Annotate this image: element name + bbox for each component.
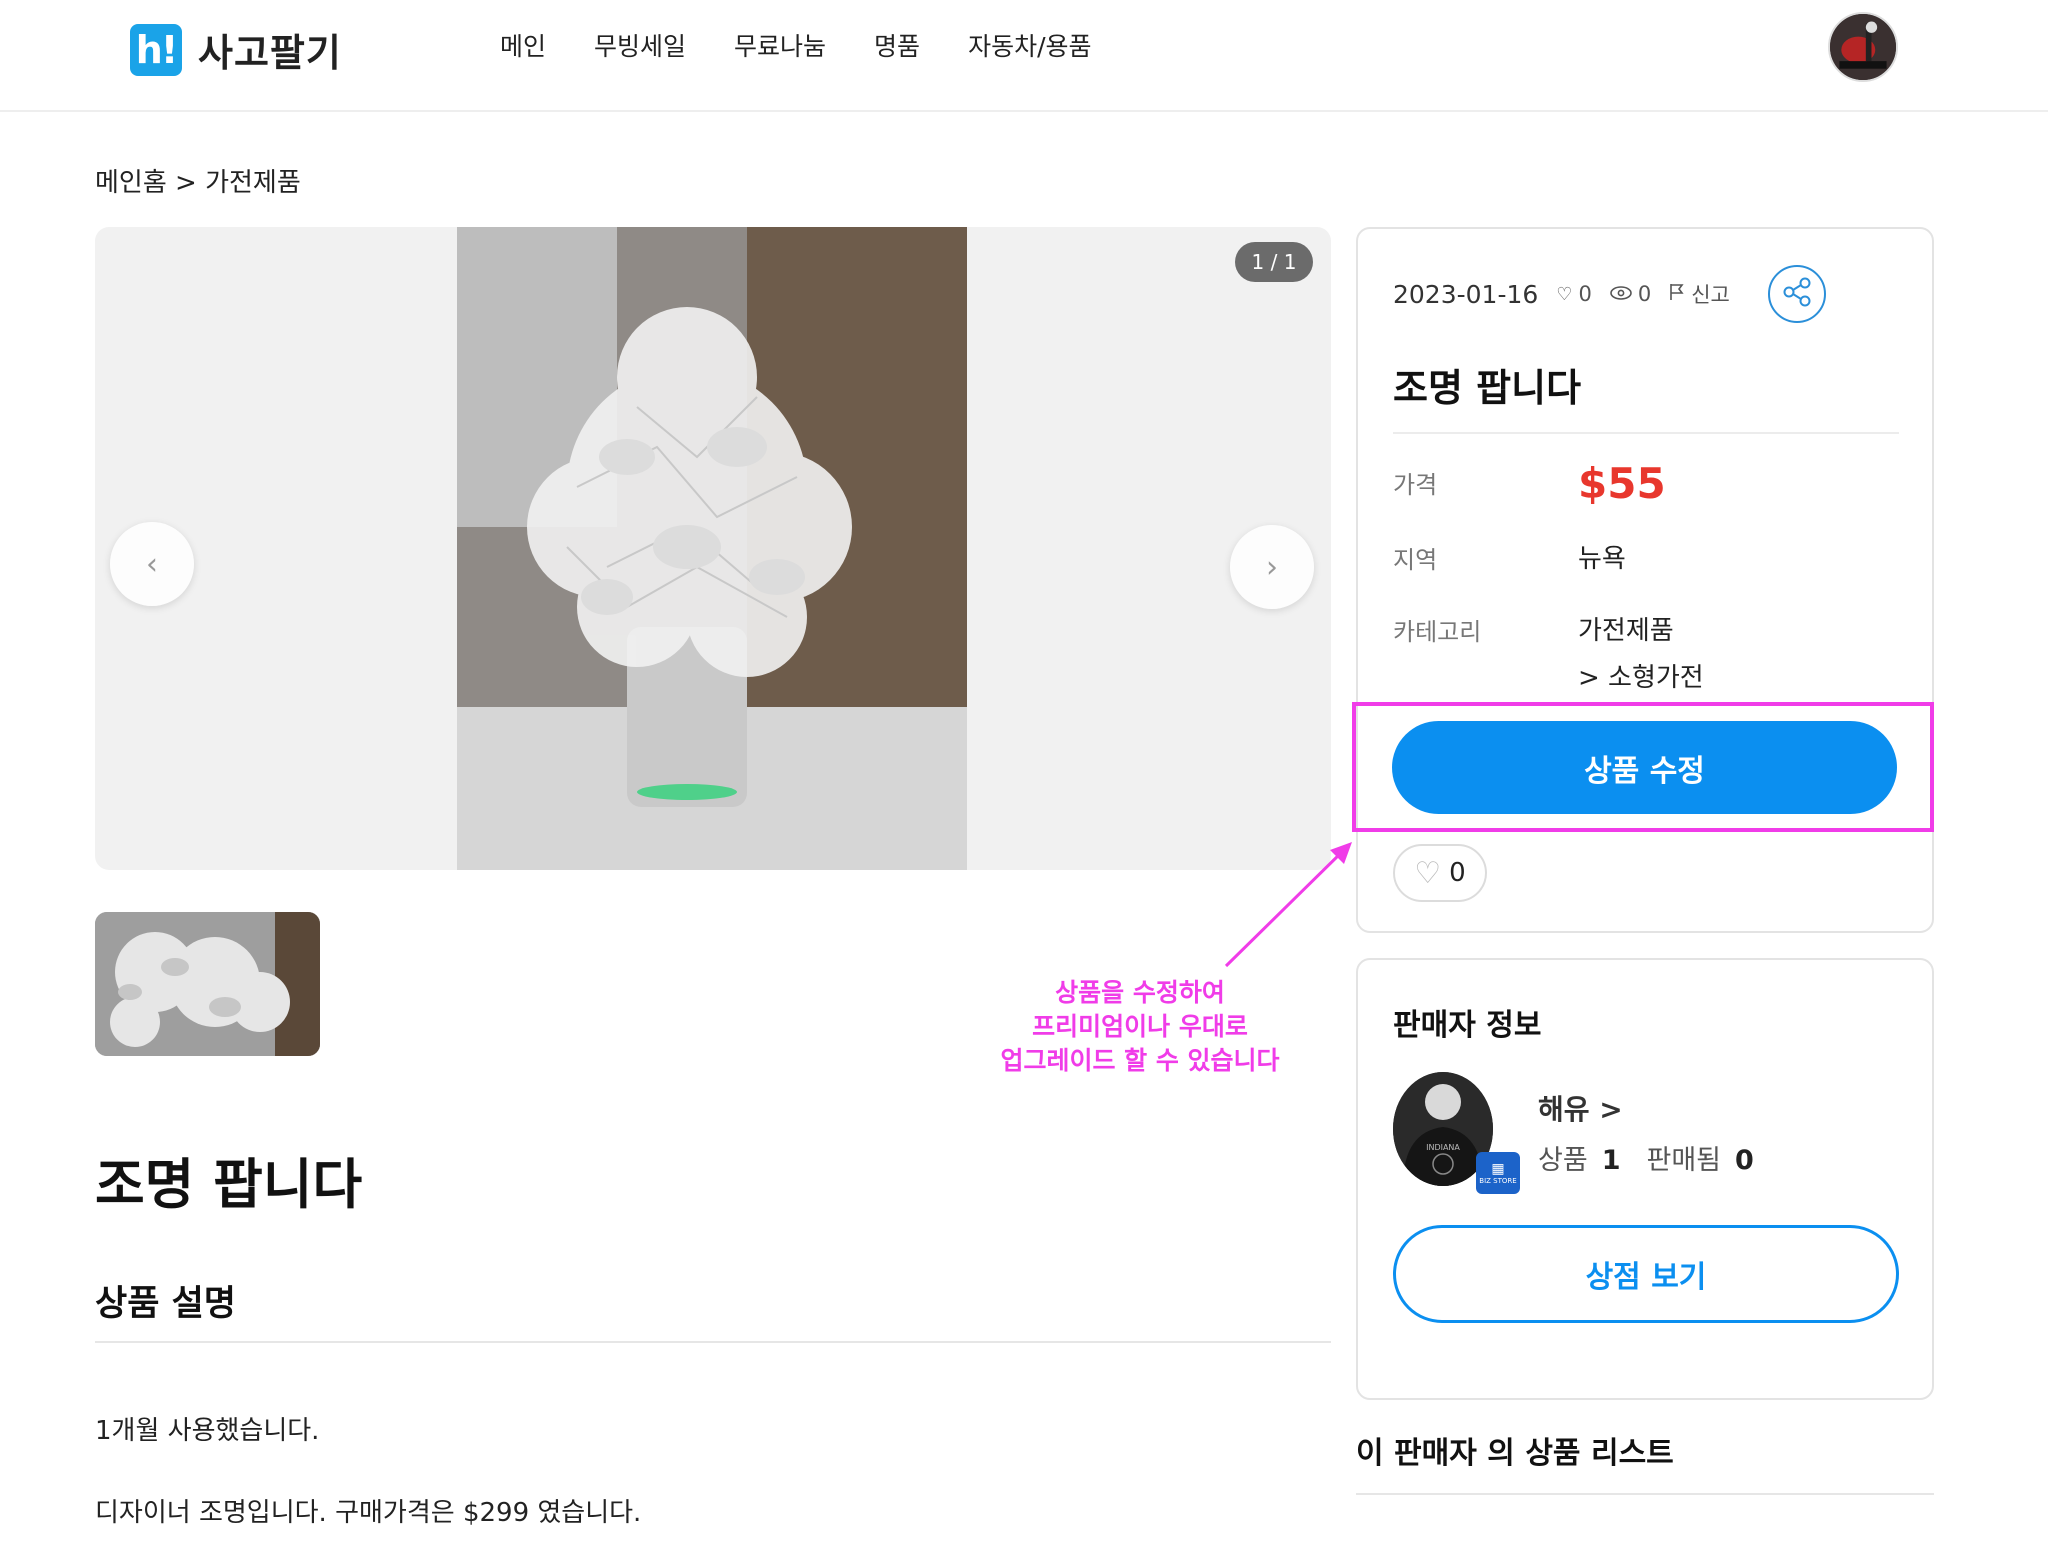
eye-icon [1610,284,1632,305]
store-icon: ▦ [1491,1161,1505,1177]
description-heading: 상품 설명 [95,1284,236,1324]
divider [1393,432,1899,434]
svg-text:INDIANA: INDIANA [1426,1143,1460,1152]
logo-text: 사고팔기 [198,31,342,75]
seller-stats: 상품 1 판매됨 0 [1538,1138,1780,1177]
products-count: 1 [1601,1145,1621,1176]
heart-icon: ♡ [1556,283,1573,305]
biz-store-text: BIZ STORE [1479,1177,1517,1185]
nav-item-luxury[interactable]: 명품 [874,28,920,66]
sold-label: 판매됨 [1646,1145,1722,1176]
annotation-line: 프리미엄이나 우대로 [1032,1012,1248,1041]
annotation-line: 업그레이드 할 수 있습니다 [1000,1046,1280,1075]
image-gallery: 1 / 1 ‹ › [95,227,1331,870]
category-value: 가전제품 [1578,616,1674,646]
price-value: $55 [1578,459,1666,508]
site-logo[interactable]: h! 사고팔기 [130,22,342,77]
image-counter: 1 / 1 [1235,242,1313,282]
annotation-line: 상품을 수정하여 [1055,978,1225,1007]
description-line: 디자이너 조명입니다. 구매가격은 $299 였습니다. [95,1498,642,1528]
category-label: 카테고리 [1393,618,1482,646]
next-image-button[interactable]: › [1230,525,1314,609]
biz-store-badge: ▦ BIZ STORE [1476,1152,1520,1194]
main-nav: 메인 무빙세일 무료나눔 명품 자동차/용품 [500,28,1140,66]
price-label: 가격 [1393,471,1438,499]
location-label: 지역 [1393,546,1438,574]
product-thumbnail[interactable] [95,912,320,1056]
meta-row: 2023-01-16 ♡ 0 0 신고 [1393,279,1748,309]
view-count: 0 [1637,282,1652,306]
seller-heading: 판매자 정보 [1393,1008,1542,1043]
chevron-left-icon: ‹ [146,546,158,582]
breadcrumb[interactable]: 메인홈 > 가전제품 [95,162,301,199]
divider [1356,1493,1934,1495]
nav-item-free-share[interactable]: 무료나눔 [734,28,826,66]
heart-outline-icon: ♡ [1414,855,1442,891]
share-icon [1780,275,1814,313]
seller-name-link[interactable]: 해유 > [1538,1088,1623,1128]
post-date: 2023-01-16 [1393,279,1539,309]
card-product-title: 조명 팝니다 [1393,366,1582,410]
edit-product-button[interactable]: 상품 수정 [1392,721,1897,814]
annotation-text: 상품을 수정하여 프리미엄이나 우대로 업그레이드 할 수 있습니다 [980,976,1300,1078]
user-avatar[interactable] [1828,12,1898,82]
description-line: 1개월 사용했습니다. [95,1416,320,1446]
flag-icon [1669,283,1685,306]
location-value: 뉴욕 [1578,544,1626,574]
logo-badge: h! [130,23,182,76]
subcategory-value: > 소형가전 [1578,663,1704,693]
products-label: 상품 [1538,1145,1588,1176]
divider [95,1341,1331,1343]
like-button[interactable]: ♡ 0 [1393,844,1487,902]
prev-image-button[interactable]: ‹ [110,522,194,606]
report-link[interactable]: 신고 [1669,279,1730,309]
nav-item-moving-sale[interactable]: 무빙세일 [594,28,686,66]
nav-item-main[interactable]: 메인 [500,28,546,66]
like-stat: ♡ 0 [1556,282,1592,306]
product-photo[interactable] [457,227,967,870]
like-count: 0 [1578,282,1592,306]
share-button[interactable] [1768,265,1826,323]
view-store-button[interactable]: 상점 보기 [1393,1225,1899,1323]
top-header: h! 사고팔기 메인 무빙세일 무료나눔 명품 자동차/용품 [0,0,2048,112]
sold-count: 0 [1735,1145,1754,1176]
seller-products-heading: 이 판매자 의 상품 리스트 [1356,1436,1674,1471]
chevron-right-icon: › [1266,549,1278,585]
product-title: 조명 팝니다 [95,1153,363,1216]
seller-info-card: 판매자 정보 INDIANA ▦ BIZ STORE 해유 > 상품 1 판매됨 0 … [1356,958,1934,1400]
nav-item-cars[interactable]: 자동차/용품 [968,28,1091,66]
view-stat: 0 [1610,282,1651,306]
like-button-count: 0 [1449,858,1466,888]
report-label: 신고 [1691,283,1730,307]
